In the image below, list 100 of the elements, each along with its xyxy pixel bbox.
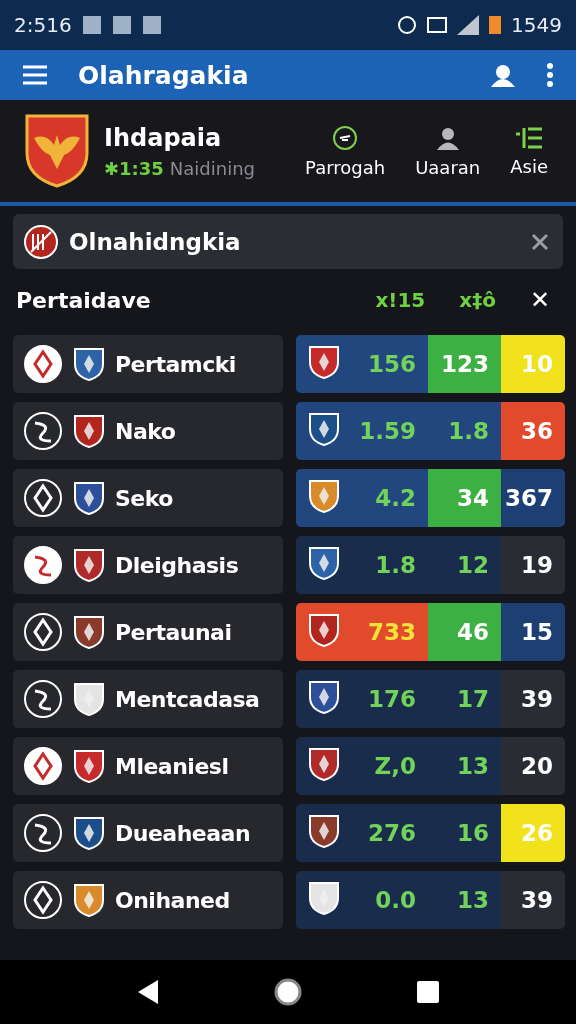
club-emblem-icon	[23, 612, 63, 652]
close-button[interactable]: ✕	[529, 286, 550, 314]
club-emblem-icon	[23, 478, 63, 518]
signal-icon	[457, 15, 480, 35]
club-crest-icon	[73, 614, 105, 650]
header-tab[interactable]: Uaaran	[407, 124, 489, 178]
stat-cell: 4.2	[296, 469, 428, 527]
home-icon[interactable]	[273, 977, 303, 1007]
club-crest-icon	[73, 413, 105, 449]
back-icon[interactable]	[136, 979, 161, 1005]
app-title: Olahragakia	[78, 60, 250, 90]
opponent-crest-icon	[308, 612, 340, 648]
stat-cell: 39	[501, 871, 565, 929]
header-tab[interactable]: Parrogah	[297, 124, 394, 178]
opponent-crest-icon	[308, 478, 340, 514]
target-icon	[332, 124, 359, 151]
status-time: 2:516	[14, 13, 72, 37]
notification-icon	[81, 15, 102, 35]
stat-cell: 17	[428, 670, 501, 728]
opponent-crest-icon	[308, 880, 340, 916]
stat-cell: 20	[501, 737, 565, 795]
stat-cell: Z,0	[296, 737, 428, 795]
opponent-crest-icon	[308, 746, 340, 782]
menu-icon[interactable]	[22, 64, 48, 86]
league-logo-icon	[23, 223, 59, 260]
opponent-crest-icon	[308, 545, 340, 581]
close-icon[interactable]	[531, 232, 549, 251]
stat-cell: 15	[501, 603, 565, 661]
stat-cell: 176	[296, 670, 428, 728]
club-emblem-icon	[23, 411, 63, 451]
stat-cell: 1.8	[296, 536, 428, 594]
team-card[interactable]: Onihaned	[13, 871, 283, 929]
team-name: Dueaheaan	[115, 820, 251, 846]
stat-cell: 16	[428, 804, 501, 862]
list-icon	[515, 125, 544, 150]
team-card[interactable]: Mleaniesl	[13, 737, 283, 795]
battery-level: 1549	[511, 13, 562, 37]
notification-icon	[427, 17, 448, 33]
club-crest-icon	[73, 480, 105, 516]
stat-cell: 46	[428, 603, 501, 661]
stat-cell: 39	[501, 670, 565, 728]
stat-cell: 156	[296, 335, 428, 393]
team-name: Nako	[115, 418, 176, 444]
recents-icon[interactable]	[415, 980, 440, 1004]
team-card[interactable]: Seko	[13, 469, 283, 527]
club-emblem-icon	[23, 813, 63, 853]
header-tab[interactable]: Asie	[502, 125, 556, 177]
stat-cell: 13	[428, 871, 501, 929]
team-name: Pertamcki	[115, 351, 236, 377]
notification-icon	[111, 15, 132, 35]
team-name: Seko	[115, 485, 173, 511]
team-card[interactable]: Dleighasis	[13, 536, 283, 594]
account-icon[interactable]	[490, 63, 516, 87]
club-crest-icon	[73, 547, 105, 583]
stat-cell: 12	[428, 536, 501, 594]
club-emblem-icon	[23, 880, 63, 920]
stat-cell: 276	[296, 804, 428, 862]
club-emblem-icon	[23, 344, 63, 384]
stat-cell: 1.8	[428, 402, 501, 460]
stat-cell: 123	[428, 335, 501, 393]
alarm-icon	[397, 15, 418, 35]
club-crest-icon	[73, 346, 105, 382]
stat-cell: 10	[501, 335, 565, 393]
stat-cell: 13	[428, 737, 501, 795]
team-card[interactable]: Pertamcki	[13, 335, 283, 393]
club-crest-icon	[73, 815, 105, 851]
club-crest-icon	[73, 748, 105, 784]
stat-cell: 367	[501, 469, 565, 527]
stat-cell: 26	[501, 804, 565, 862]
stat-cell: 733	[296, 603, 428, 661]
notification-icon	[141, 15, 162, 35]
stat-cell: 34	[428, 469, 501, 527]
team-crest-icon	[24, 113, 90, 189]
stat-cell: 36	[501, 402, 565, 460]
team-score: ✱1:35	[104, 157, 164, 179]
opponent-crest-icon	[308, 411, 340, 447]
team-name: Onihaned	[115, 887, 230, 913]
team-card[interactable]: Pertaunai	[13, 603, 283, 661]
club-emblem-icon	[23, 746, 63, 786]
team-card[interactable]: Nako	[13, 402, 283, 460]
more-icon[interactable]	[546, 63, 554, 87]
club-crest-icon	[73, 882, 105, 918]
team-subtitle: Naidining	[169, 157, 256, 179]
team-card[interactable]: Dueaheaan	[13, 804, 283, 862]
club-emblem-icon	[23, 545, 63, 585]
stat-cell: 0.0	[296, 871, 428, 929]
team-name: Ihdapaia	[104, 123, 223, 152]
stat-cell: 19	[501, 536, 565, 594]
team-name: Pertaunai	[115, 619, 232, 645]
team-name: Mleaniesl	[115, 753, 229, 779]
team-name: Mentcadasa	[115, 686, 260, 712]
team-card[interactable]: Mentcadasa	[13, 670, 283, 728]
team-name: Dleighasis	[115, 552, 239, 578]
league-title: Olnahidngkia	[69, 228, 242, 255]
club-emblem-icon	[23, 679, 63, 719]
club-crest-icon	[73, 681, 105, 717]
opponent-crest-icon	[308, 679, 340, 715]
stat-cell: 1.59	[296, 402, 428, 460]
opponent-crest-icon	[308, 344, 340, 380]
column-header: x!15	[375, 288, 426, 312]
